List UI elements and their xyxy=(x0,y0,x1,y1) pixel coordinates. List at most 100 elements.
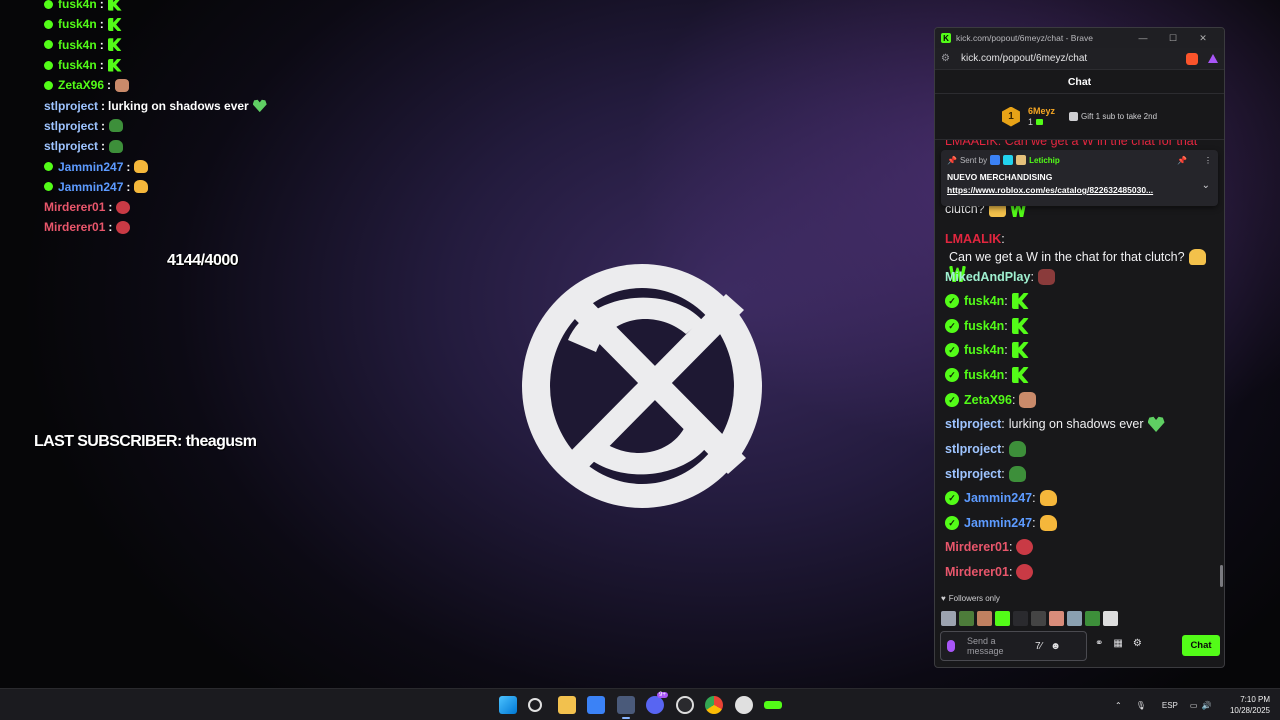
pinned-title: NUEVO MERCHANDISING xyxy=(947,172,1053,182)
chat-username[interactable]: fusk4n xyxy=(964,317,1004,335)
chat-message[interactable]: ✓ fusk4n: xyxy=(945,292,1215,310)
chat-message[interactable]: ✓ fusk4n: xyxy=(945,366,1215,384)
gift-sub-text: Gift 1 sub to take 2nd xyxy=(1080,112,1158,121)
pinned-message[interactable]: 📌 Sent by Letichip 📌 ⋮ NUEVO MERCHANDISI… xyxy=(941,150,1218,206)
channel-logo xyxy=(522,264,762,508)
site-settings-icon[interactable]: ⚙ xyxy=(941,53,953,64)
extensions-icon[interactable]: ⚭ xyxy=(1095,638,1103,649)
chat-message[interactable]: MikedAndPlay: xyxy=(945,268,1215,286)
settings-gear-icon[interactable]: ⚙ xyxy=(1133,638,1142,649)
send-chat-button[interactable]: Chat xyxy=(1182,635,1220,656)
chat-separator: : xyxy=(1004,319,1008,333)
scrollbar-thumb[interactable] xyxy=(1220,565,1223,587)
minimize-button[interactable]: — xyxy=(1128,33,1158,43)
chevron-down-icon[interactable]: ⌄ xyxy=(1202,180,1210,191)
unpin-icon[interactable]: 📌 xyxy=(1177,156,1187,165)
address-bar[interactable]: ⚙ kick.com/popout/6meyz/chat xyxy=(935,48,1224,70)
chat-username[interactable]: fusk4n xyxy=(964,341,1004,359)
overlay-chat-line: Mirderer01: xyxy=(44,217,304,237)
brave-browser-icon[interactable] xyxy=(617,696,635,714)
chat-message[interactable]: ✓ fusk4n: xyxy=(945,317,1215,335)
pinned-link[interactable]: https://www.roblox.com/es/catalog/822632… xyxy=(947,185,1197,195)
volume-icon[interactable]: 🔊 xyxy=(1201,701,1211,710)
brave-shields-icon[interactable] xyxy=(1186,52,1198,65)
overlay-chat-line: Jammin247: xyxy=(44,177,304,197)
chevron-up-icon[interactable]: ⌃ xyxy=(1115,701,1122,710)
pinned-sender[interactable]: Letichip xyxy=(1029,156,1060,165)
overlay-chat: fusk4n: fusk4n: fusk4n: fusk4n: ZetaX96: stlp… xyxy=(44,0,304,238)
seven-tv-icon[interactable]: 7⁄ xyxy=(1035,641,1042,652)
chat-username[interactable]: LMAALIK xyxy=(945,230,1001,248)
chat-message[interactable]: ✓ fusk4n: xyxy=(945,341,1215,359)
chat-username[interactable]: stlproject xyxy=(945,440,1001,458)
maximize-button[interactable]: ☐ xyxy=(1158,33,1188,44)
more-options-icon[interactable]: ⋮ xyxy=(1204,156,1212,165)
kick-emote-icon xyxy=(1011,367,1029,383)
gift-leaderboard[interactable]: 1 6Meyz 1 Gift 1 sub to take 2nd xyxy=(935,94,1224,140)
clock[interactable]: 7:10 PM 10/28/2025 xyxy=(1230,694,1270,716)
emote-button[interactable] xyxy=(959,611,974,626)
chat-username[interactable]: fusk4n xyxy=(964,292,1004,310)
chat-username[interactable]: Jammin247 xyxy=(964,489,1032,507)
overlay-chat-line: stlproject: xyxy=(44,136,304,156)
emote-button[interactable] xyxy=(1049,611,1064,626)
emote-button[interactable] xyxy=(977,611,992,626)
kick-logo-icon: K xyxy=(941,33,951,43)
chat-username[interactable]: fusk4n xyxy=(964,366,1004,384)
skull-emote-icon xyxy=(1016,564,1034,580)
emote-button[interactable] xyxy=(1067,611,1082,626)
gift-sub-prompt[interactable]: Gift 1 sub to take 2nd xyxy=(1068,112,1158,121)
emote-button[interactable] xyxy=(1031,611,1046,626)
windows-start-icon[interactable] xyxy=(499,696,517,714)
brave-rewards-icon[interactable] xyxy=(1208,54,1218,63)
clock-date: 10/28/2025 xyxy=(1229,706,1270,715)
chat-username[interactable]: Mirderer01 xyxy=(945,563,1009,581)
chat-username[interactable]: stlproject xyxy=(945,415,1001,433)
file-explorer-icon[interactable] xyxy=(558,696,576,714)
chat-messages[interactable]: LMAALIK: Can we get a W in the chat for … xyxy=(935,140,1224,595)
store-icon[interactable]: ▦ xyxy=(1113,638,1122,649)
chat-message[interactable]: ✓ ZetaX96: xyxy=(945,391,1215,409)
close-button[interactable]: ✕ xyxy=(1188,33,1218,44)
emoji-icon[interactable]: ☻ xyxy=(1050,641,1061,652)
emote-button[interactable] xyxy=(941,611,956,626)
steam-icon[interactable] xyxy=(735,696,753,714)
clock-time: 7:10 PM xyxy=(1240,695,1270,704)
kick-app-icon[interactable] xyxy=(764,701,782,709)
chat-message[interactable]: stlproject: xyxy=(945,440,1215,458)
verified-badge-icon xyxy=(44,182,53,192)
microphone-tray-icon[interactable]: 🎙 xyxy=(1136,701,1146,710)
overlay-separator: : xyxy=(108,200,113,215)
language-indicator[interactable]: ESP xyxy=(1162,701,1178,710)
store-app-icon[interactable] xyxy=(587,696,605,714)
chat-message[interactable]: Mirderer01: xyxy=(945,538,1215,556)
chrome-icon[interactable] xyxy=(705,696,723,714)
chat-message[interactable]: ✓ Jammin247: xyxy=(945,489,1215,507)
chat-username[interactable]: Mirderer01 xyxy=(945,538,1009,556)
emote-button[interactable] xyxy=(1085,611,1100,626)
overlay-separator: : xyxy=(99,37,104,52)
chat-username[interactable]: ZetaX96 xyxy=(964,391,1012,409)
chat-username[interactable]: stlproject xyxy=(945,465,1001,483)
message-input[interactable]: Send a message 7⁄ ☻ xyxy=(940,631,1087,661)
message-placeholder: Send a message xyxy=(967,636,1004,656)
chat-separator: : xyxy=(1008,565,1013,579)
emote-button[interactable] xyxy=(1103,611,1118,626)
url-text[interactable]: kick.com/popout/6meyz/chat xyxy=(961,53,1182,64)
chat-username[interactable]: MikedAndPlay xyxy=(945,268,1030,286)
overlay-separator: : xyxy=(101,139,106,154)
search-icon[interactable] xyxy=(528,698,542,712)
chat-message[interactable]: stlproject: lurking on shadows ever xyxy=(945,415,1215,433)
emote-button[interactable] xyxy=(995,611,1010,626)
chat-message[interactable]: ✓ Jammin247: xyxy=(945,514,1215,532)
chat-message[interactable]: Mirderer01: xyxy=(945,563,1215,581)
partial-message: LMAALIK: Can we get a W in the chat for … xyxy=(945,140,1198,148)
chat-message[interactable]: stlproject: xyxy=(945,465,1215,483)
microphone-icon[interactable] xyxy=(947,640,955,652)
obs-icon[interactable] xyxy=(676,696,694,714)
discord-icon[interactable] xyxy=(646,696,664,714)
network-icon[interactable]: ▭ xyxy=(1190,701,1198,710)
emote-button[interactable] xyxy=(1013,611,1028,626)
chat-username[interactable]: Jammin247 xyxy=(964,514,1032,532)
chat-separator: : xyxy=(1032,491,1036,505)
